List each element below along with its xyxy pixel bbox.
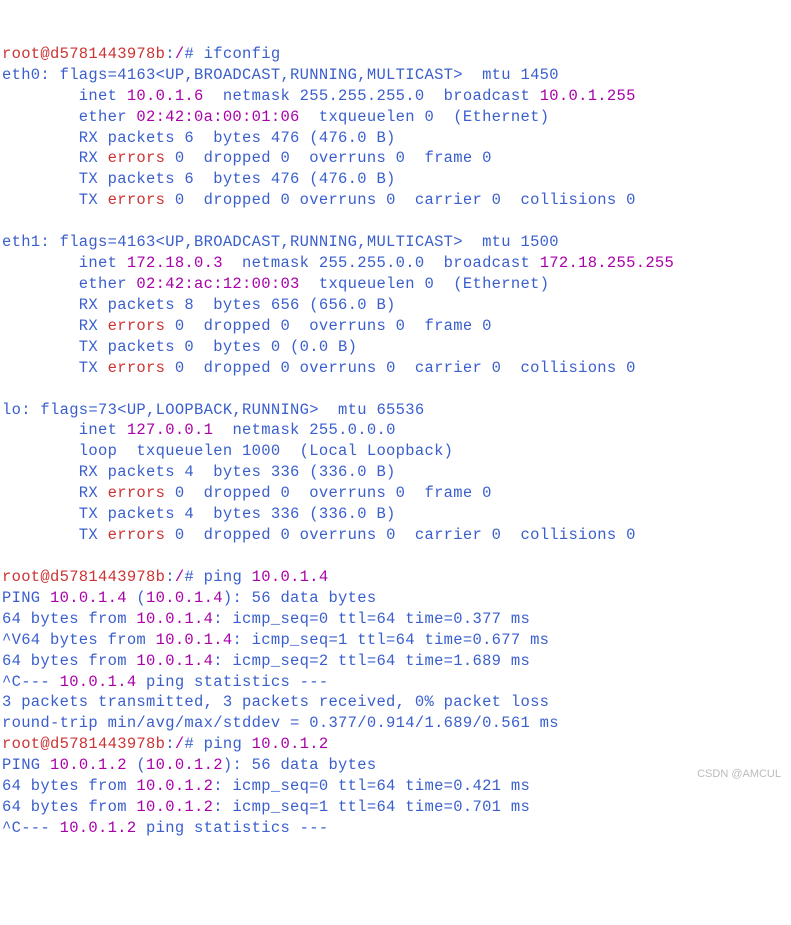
eth0-tx-err-pre: TX: [2, 191, 108, 209]
eth1-inet-pre: inet: [2, 254, 127, 272]
eth1-rx-err-post: 0 dropped 0 overruns 0 frame 0: [165, 317, 491, 335]
eth1-rx-err-pre: RX: [2, 317, 108, 335]
cmd-ping1-ip: 10.0.1.4: [252, 568, 329, 586]
prompt-path: /: [175, 735, 185, 753]
eth1-ether-pre: ether: [2, 275, 136, 293]
terminal-output: root@d5781443978b:/# ifconfig eth0: flag…: [2, 44, 789, 839]
eth1-tx-packets: TX packets 0 bytes 0 (0.0 B): [2, 338, 357, 356]
ping1-r2-ip: 10.0.1.4: [156, 631, 233, 649]
eth0-rx-err-pre: RX: [2, 149, 108, 167]
cmd-ping2-ip: 10.0.1.2: [252, 735, 329, 753]
eth0-rx-packets: RX packets 6 bytes 476 (476.0 B): [2, 129, 396, 147]
cmd-ifconfig: ifconfig: [204, 45, 281, 63]
lo-tx-err-post: 0 dropped 0 overruns 0 carrier 0 collisi…: [165, 526, 635, 544]
ping1-r1-post: : icmp_seq=0 ttl=64 time=0.377 ms: [213, 610, 530, 628]
eth0-inet-pre: inet: [2, 87, 127, 105]
prompt-hash: #: [184, 735, 203, 753]
ping2-head-pre: PING: [2, 756, 50, 774]
eth0-inet-bcast: 10.0.1.255: [540, 87, 636, 105]
ping1-r3-pre: 64 bytes from: [2, 652, 136, 670]
eth0-ether-pre: ether: [2, 108, 136, 126]
lo-tx-packets: TX packets 4 bytes 336 (336.0 B): [2, 505, 396, 523]
lo-tx-err-pre: TX: [2, 526, 108, 544]
cmd-ping2: ping: [204, 735, 252, 753]
eth1-tx-err-post: 0 dropped 0 overruns 0 carrier 0 collisi…: [165, 359, 635, 377]
ping1-r2-post: : icmp_seq=1 ttl=64 time=0.677 ms: [232, 631, 549, 649]
prompt-path: /: [175, 568, 185, 586]
prompt-colon: :: [165, 45, 175, 63]
eth0-flags: eth0: flags=4163<UP,BROADCAST,RUNNING,MU…: [2, 66, 559, 84]
prompt-path: /: [175, 45, 185, 63]
ping2-r1-pre: 64 bytes from: [2, 777, 136, 795]
eth0-inet-mid: netmask 255.255.255.0 broadcast: [204, 87, 540, 105]
ping1-head-ip1: 10.0.1.4: [50, 589, 127, 607]
eth0-ether-mac: 02:42:0a:00:01:06: [136, 108, 299, 126]
ping2-head-paren: (: [127, 756, 146, 774]
prompt-colon: :: [165, 568, 175, 586]
lo-rx-packets: RX packets 4 bytes 336 (336.0 B): [2, 463, 396, 481]
eth0-tx-err: errors: [108, 191, 166, 209]
cmd-ping1: ping: [204, 568, 252, 586]
lo-inet-post: netmask 255.0.0.0: [213, 421, 395, 439]
lo-rx-err: errors: [108, 484, 166, 502]
ping2-stats-post: ping statistics ---: [136, 819, 328, 837]
eth1-tx-err: errors: [108, 359, 166, 377]
lo-rx-err-pre: RX: [2, 484, 108, 502]
ping1-stats-post: ping statistics ---: [136, 673, 328, 691]
ping1-summary2: round-trip min/avg/max/stddev = 0.377/0.…: [2, 714, 559, 732]
eth1-flags: eth1: flags=4163<UP,BROADCAST,RUNNING,MU…: [2, 233, 559, 251]
ping1-r3-ip: 10.0.1.4: [136, 652, 213, 670]
ping2-head-post: ): 56 data bytes: [223, 756, 377, 774]
ping1-r1-pre: 64 bytes from: [2, 610, 136, 628]
eth0-tx-err-post: 0 dropped 0 overruns 0 carrier 0 collisi…: [165, 191, 635, 209]
eth0-ether-post: txqueuelen 0 (Ethernet): [300, 108, 550, 126]
lo-loop: loop txqueuelen 1000 (Local Loopback): [2, 442, 453, 460]
prompt-host: root@d5781443978b: [2, 45, 165, 63]
ping1-stats-pre: ^C---: [2, 673, 60, 691]
ping2-r1-ip: 10.0.1.2: [136, 777, 213, 795]
eth0-tx-packets: TX packets 6 bytes 476 (476.0 B): [2, 170, 396, 188]
lo-inet-pre: inet: [2, 421, 127, 439]
ping2-head-ip1: 10.0.1.2: [50, 756, 127, 774]
lo-flags: lo: flags=73<UP,LOOPBACK,RUNNING> mtu 65…: [2, 401, 424, 419]
prompt-colon: :: [165, 735, 175, 753]
eth1-tx-err-pre: TX: [2, 359, 108, 377]
prompt-hash: #: [184, 568, 203, 586]
ping1-r3-post: : icmp_seq=2 ttl=64 time=1.689 ms: [213, 652, 530, 670]
eth1-inet-bcast: 172.18.255.255: [540, 254, 674, 272]
ping1-summary1: 3 packets transmitted, 3 packets receive…: [2, 693, 549, 711]
eth1-rx-err: errors: [108, 317, 166, 335]
lo-rx-err-post: 0 dropped 0 overruns 0 frame 0: [165, 484, 491, 502]
lo-tx-err: errors: [108, 526, 166, 544]
ping1-r2-pre: ^V64 bytes from: [2, 631, 156, 649]
prompt-host: root@d5781443978b: [2, 568, 165, 586]
eth0-rx-err: errors: [108, 149, 166, 167]
prompt-hash: #: [184, 45, 203, 63]
ping1-stats-ip: 10.0.1.4: [60, 673, 137, 691]
ping2-r1-post: : icmp_seq=0 ttl=64 time=0.421 ms: [213, 777, 530, 795]
eth1-inet-ip: 172.18.0.3: [127, 254, 223, 272]
eth1-inet-mid: netmask 255.255.0.0 broadcast: [223, 254, 540, 272]
ping2-r2-pre: 64 bytes from: [2, 798, 136, 816]
ping1-r1-ip: 10.0.1.4: [136, 610, 213, 628]
ping2-stats-pre: ^C---: [2, 819, 60, 837]
lo-inet-ip: 127.0.0.1: [127, 421, 213, 439]
ping1-head-pre: PING: [2, 589, 50, 607]
ping1-head-post: ): 56 data bytes: [223, 589, 377, 607]
ping1-head-ip2: 10.0.1.4: [146, 589, 223, 607]
prompt-host: root@d5781443978b: [2, 735, 165, 753]
eth1-ether-post: txqueuelen 0 (Ethernet): [300, 275, 550, 293]
ping1-head-paren: (: [127, 589, 146, 607]
eth0-rx-err-post: 0 dropped 0 overruns 0 frame 0: [165, 149, 491, 167]
ping2-stats-ip: 10.0.1.2: [60, 819, 137, 837]
ping2-r2-post: : icmp_seq=1 ttl=64 time=0.701 ms: [213, 798, 530, 816]
ping2-r2-ip: 10.0.1.2: [136, 798, 213, 816]
eth1-rx-packets: RX packets 8 bytes 656 (656.0 B): [2, 296, 396, 314]
eth0-inet-ip: 10.0.1.6: [127, 87, 204, 105]
eth1-ether-mac: 02:42:ac:12:00:03: [136, 275, 299, 293]
watermark: CSDN @AMCUL: [697, 767, 781, 782]
ping2-head-ip2: 10.0.1.2: [146, 756, 223, 774]
